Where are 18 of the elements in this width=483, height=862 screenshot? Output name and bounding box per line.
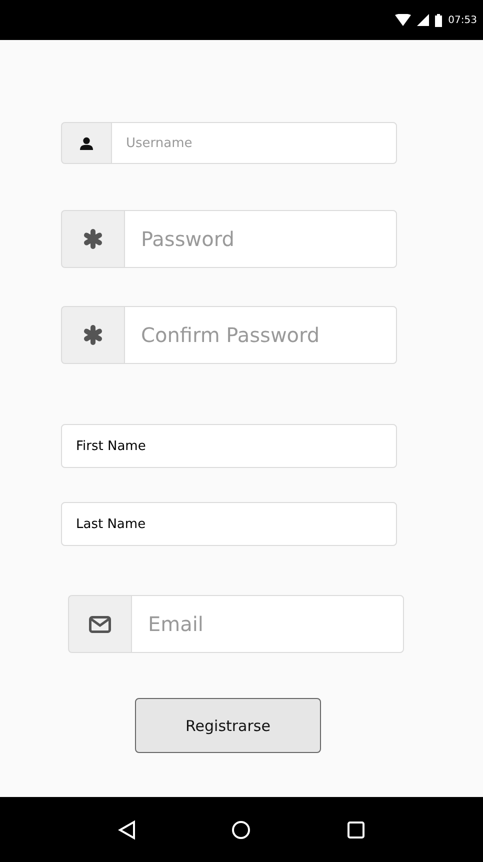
input-field[interactable]: Password [124,210,397,268]
person-icon [79,136,94,150]
battery-icon [435,14,442,26]
back-icon[interactable] [118,820,136,840]
input-field[interactable]: Last Name [61,502,397,546]
input-field[interactable]: First Name [61,424,397,468]
home-icon[interactable] [231,820,252,840]
signal-icon [417,14,430,26]
clock-time: 07:53 [448,14,477,26]
envelope-icon [89,616,111,632]
asterisk-icon [83,325,103,345]
wifi-icon [395,14,412,26]
input-field[interactable]: Username [111,122,397,164]
input-field[interactable]: Email [131,595,404,653]
input-field[interactable]: Confirm Password [124,306,397,364]
asterisk-icon [83,229,103,249]
recents-icon[interactable] [347,820,366,838]
register-button[interactable]: Registrarse [135,698,321,753]
